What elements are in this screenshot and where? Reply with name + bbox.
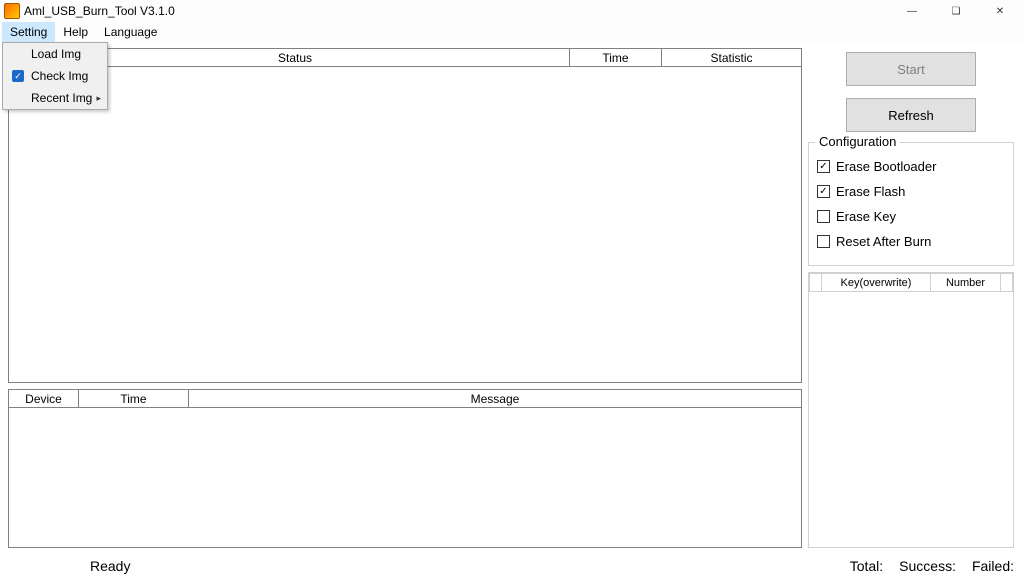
status-total: Total: — [850, 558, 883, 574]
keys-table-body — [809, 292, 1013, 547]
status-table-body — [8, 67, 802, 383]
status-ready: Ready — [90, 558, 130, 574]
checkbox-icon: ✓ — [817, 160, 830, 173]
keys-table-col-blank-right — [1001, 274, 1013, 292]
start-button[interactable]: Start — [846, 52, 976, 86]
menu-recent-img-label: Recent Img — [29, 91, 93, 105]
status-failed: Failed: — [972, 558, 1014, 574]
log-table-col-time: Time — [79, 390, 189, 408]
menu-check-img-label: Check Img — [29, 69, 93, 83]
erase-bootloader-checkbox[interactable]: ✓ Erase Bootloader — [817, 159, 1005, 174]
minimize-button[interactable]: — — [890, 0, 934, 22]
menu-help[interactable]: Help — [55, 22, 96, 42]
log-table: Device Time Message — [8, 389, 802, 408]
keys-table-col-number: Number — [931, 274, 1001, 292]
setting-dropdown: Load Img ✓ Check Img Recent Img ▸ — [2, 42, 108, 110]
window-title: Aml_USB_Burn_Tool V3.1.0 — [24, 4, 175, 18]
configuration-group: Configuration ✓ Erase Bootloader ✓ Erase… — [808, 142, 1014, 266]
keys-table: Key(overwrite) Number — [808, 272, 1014, 548]
keys-table-col-blank-left — [810, 274, 822, 292]
maximize-button[interactable]: ❏ — [934, 0, 978, 22]
status-success: Success: — [899, 558, 956, 574]
refresh-button[interactable]: Refresh — [846, 98, 976, 132]
menu-load-img-label: Load Img — [29, 47, 93, 61]
app-icon — [4, 3, 20, 19]
log-table-body — [8, 408, 802, 548]
erase-key-checkbox[interactable]: Erase Key — [817, 209, 1005, 224]
erase-key-label: Erase Key — [836, 209, 896, 224]
reset-after-burn-checkbox[interactable]: Reset After Burn — [817, 234, 1005, 249]
status-table-col-statistic: Statistic — [662, 49, 802, 67]
checkbox-icon — [817, 235, 830, 248]
checkbox-icon: ✓ — [817, 185, 830, 198]
menu-load-img[interactable]: Load Img — [3, 43, 107, 65]
erase-flash-checkbox[interactable]: ✓ Erase Flash — [817, 184, 1005, 199]
erase-bootloader-label: Erase Bootloader — [836, 159, 936, 174]
keys-table-col-key: Key(overwrite) — [822, 274, 931, 292]
close-button[interactable]: ✕ — [978, 0, 1022, 22]
submenu-arrow-icon: ▸ — [93, 93, 101, 104]
configuration-legend: Configuration — [815, 134, 900, 149]
status-table-col-time: Time — [570, 49, 662, 67]
menu-check-img[interactable]: ✓ Check Img — [3, 65, 107, 87]
check-icon: ✓ — [12, 70, 24, 82]
log-table-col-device: Device — [9, 390, 79, 408]
log-table-col-message: Message — [189, 390, 802, 408]
checkbox-icon — [817, 210, 830, 223]
keys-table-header-row: Key(overwrite) Number — [810, 274, 1013, 292]
log-table-header-row: Device Time Message — [9, 390, 802, 408]
menu-language[interactable]: Language — [96, 22, 165, 42]
status-table: Status Time Statistic — [8, 48, 802, 383]
menu-recent-img[interactable]: Recent Img ▸ — [3, 87, 107, 109]
menu-setting[interactable]: Setting — [2, 22, 55, 42]
menu-bar: Setting Help Language — [0, 22, 1024, 42]
status-bar: Ready Total: Success: Failed: — [0, 554, 1024, 576]
erase-flash-label: Erase Flash — [836, 184, 905, 199]
status-table-header-row: Status Time Statistic — [9, 49, 802, 67]
title-bar: Aml_USB_Burn_Tool V3.1.0 — ❏ ✕ — [0, 0, 1024, 22]
reset-after-burn-label: Reset After Burn — [836, 234, 931, 249]
